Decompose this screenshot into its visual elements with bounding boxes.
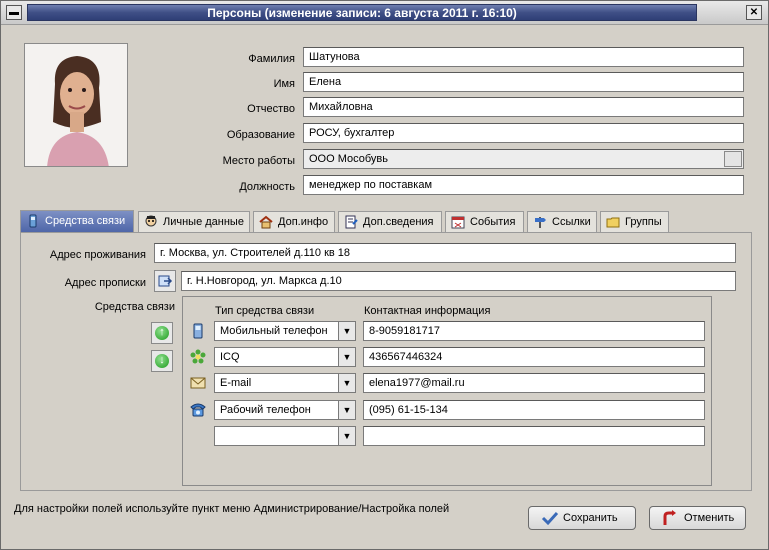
lastname-field[interactable]: Шатунова xyxy=(303,47,744,67)
close-icon[interactable]: ✕ xyxy=(746,5,762,20)
tab-label: Доп.сведения xyxy=(363,216,434,228)
folder-icon xyxy=(606,217,620,228)
cancel-button-label: Отменить xyxy=(684,512,735,524)
tab-label: События xyxy=(470,216,516,228)
checkmark-icon xyxy=(541,511,559,526)
title-bar[interactable]: ▬ Персоны (изменение записи: 6 августа 2… xyxy=(1,1,768,25)
chevron-down-icon[interactable]: ▼ xyxy=(338,427,355,445)
copy-address-button[interactable] xyxy=(154,270,176,292)
tab-groups[interactable]: Группы xyxy=(600,211,669,233)
registration-address-label: Адрес прописки xyxy=(64,277,146,289)
tab-label: Личные данные xyxy=(163,216,244,228)
tab-label: Группы xyxy=(625,216,662,228)
position-field[interactable]: менеджер по поставкам xyxy=(303,175,744,195)
firstname-label: Имя xyxy=(273,78,295,90)
contact-type-value: Рабочий телефон xyxy=(220,404,311,416)
column-header-info: Контактная информация xyxy=(364,305,491,317)
mobile-phone-icon xyxy=(29,214,37,228)
contact-type-select[interactable]: ▼ xyxy=(214,426,356,446)
residence-address-label: Адрес проживания xyxy=(49,249,146,261)
chevron-down-icon[interactable]: ▼ xyxy=(338,348,355,366)
tab-label: Ссылки xyxy=(552,216,591,228)
tab-personal-data[interactable]: Личные данные xyxy=(138,211,250,233)
cancel-button[interactable]: Отменить xyxy=(649,506,746,530)
move-down-button[interactable]: ↓ xyxy=(151,350,173,372)
arrow-down-icon: ↓ xyxy=(155,354,169,368)
calendar-icon xyxy=(451,216,465,229)
person-photo xyxy=(24,43,128,167)
contact-type-select[interactable]: Мобильный телефон ▼ xyxy=(214,321,356,341)
tab-extra-info[interactable]: Доп.инфо xyxy=(253,211,335,233)
contact-value-field[interactable]: 436567446324 xyxy=(363,347,705,367)
workplace-label: Место работы xyxy=(222,155,295,167)
contact-type-value: E-mail xyxy=(220,377,252,389)
person-portrait-icon xyxy=(25,44,127,166)
workplace-select-button[interactable] xyxy=(724,151,742,167)
contact-value-field[interactable]: elena1977@mail.ru xyxy=(363,373,705,393)
person-icon xyxy=(145,215,157,227)
chevron-down-icon[interactable]: ▼ xyxy=(338,401,355,419)
tab-label: Средства связи xyxy=(45,215,126,227)
move-up-button[interactable]: ↑ xyxy=(151,322,173,344)
copy-address-icon xyxy=(158,275,173,287)
mobile-phone-icon xyxy=(193,323,203,339)
contact-type-select[interactable]: E-mail ▼ xyxy=(214,373,356,393)
patronymic-label: Отчество xyxy=(247,103,295,115)
contact-type-value: Мобильный телефон xyxy=(220,325,328,337)
position-label: Должность xyxy=(239,181,295,193)
registration-address-field[interactable]: г. Н.Новгород, ул. Маркса д.10 xyxy=(181,271,736,291)
residence-address-field[interactable]: г. Москва, ул. Строителей д.110 кв 18 xyxy=(154,243,736,263)
contact-type-value: ICQ xyxy=(220,351,240,363)
desk-phone-icon xyxy=(190,403,206,417)
tab-events[interactable]: События xyxy=(445,211,524,233)
envelope-icon xyxy=(190,377,206,389)
column-header-type: Тип средства связи xyxy=(215,305,315,317)
tab-links[interactable]: Ссылки xyxy=(527,211,597,233)
tab-extra-details[interactable]: Доп.сведения xyxy=(338,211,442,233)
icq-flower-icon xyxy=(190,349,206,364)
patronymic-field[interactable]: Михайловна xyxy=(303,97,744,117)
contact-value-field[interactable]: (095) 61-15-134 xyxy=(363,400,705,420)
save-button-label: Сохранить xyxy=(563,512,618,524)
firstname-field[interactable]: Елена xyxy=(303,72,744,92)
tab-label: Доп.инфо xyxy=(278,216,329,228)
chevron-down-icon[interactable]: ▼ xyxy=(338,322,355,340)
undo-arrow-icon xyxy=(663,510,676,525)
contact-value-field[interactable] xyxy=(363,426,705,446)
lastname-label: Фамилия xyxy=(248,53,295,65)
document-icon xyxy=(345,215,358,229)
save-button[interactable]: Сохранить xyxy=(528,506,636,530)
contact-value-field[interactable]: 8-9059181717 xyxy=(363,321,705,341)
workplace-field[interactable]: ООО Мособувь xyxy=(303,149,744,169)
tab-communication[interactable]: Средства связи xyxy=(20,210,134,234)
education-label: Образование xyxy=(226,129,295,141)
window-title: Персоны (изменение записи: 6 августа 201… xyxy=(27,4,697,21)
contacts-section-label: Средства связи xyxy=(94,301,175,313)
status-hint: Для настройки полей используйте пункт ме… xyxy=(14,503,450,515)
home-icon xyxy=(259,215,273,229)
contact-type-select[interactable]: Рабочий телефон ▼ xyxy=(214,400,356,420)
arrow-up-icon: ↑ xyxy=(155,326,169,340)
contact-type-select[interactable]: ICQ ▼ xyxy=(214,347,356,367)
signpost-icon xyxy=(535,217,546,228)
system-menu-icon[interactable]: ▬ xyxy=(6,5,22,20)
persons-dialog: ▬ Персоны (изменение записи: 6 августа 2… xyxy=(0,0,769,550)
chevron-down-icon[interactable]: ▼ xyxy=(338,374,355,392)
education-field[interactable]: РОСУ, бухгалтер xyxy=(303,123,744,143)
